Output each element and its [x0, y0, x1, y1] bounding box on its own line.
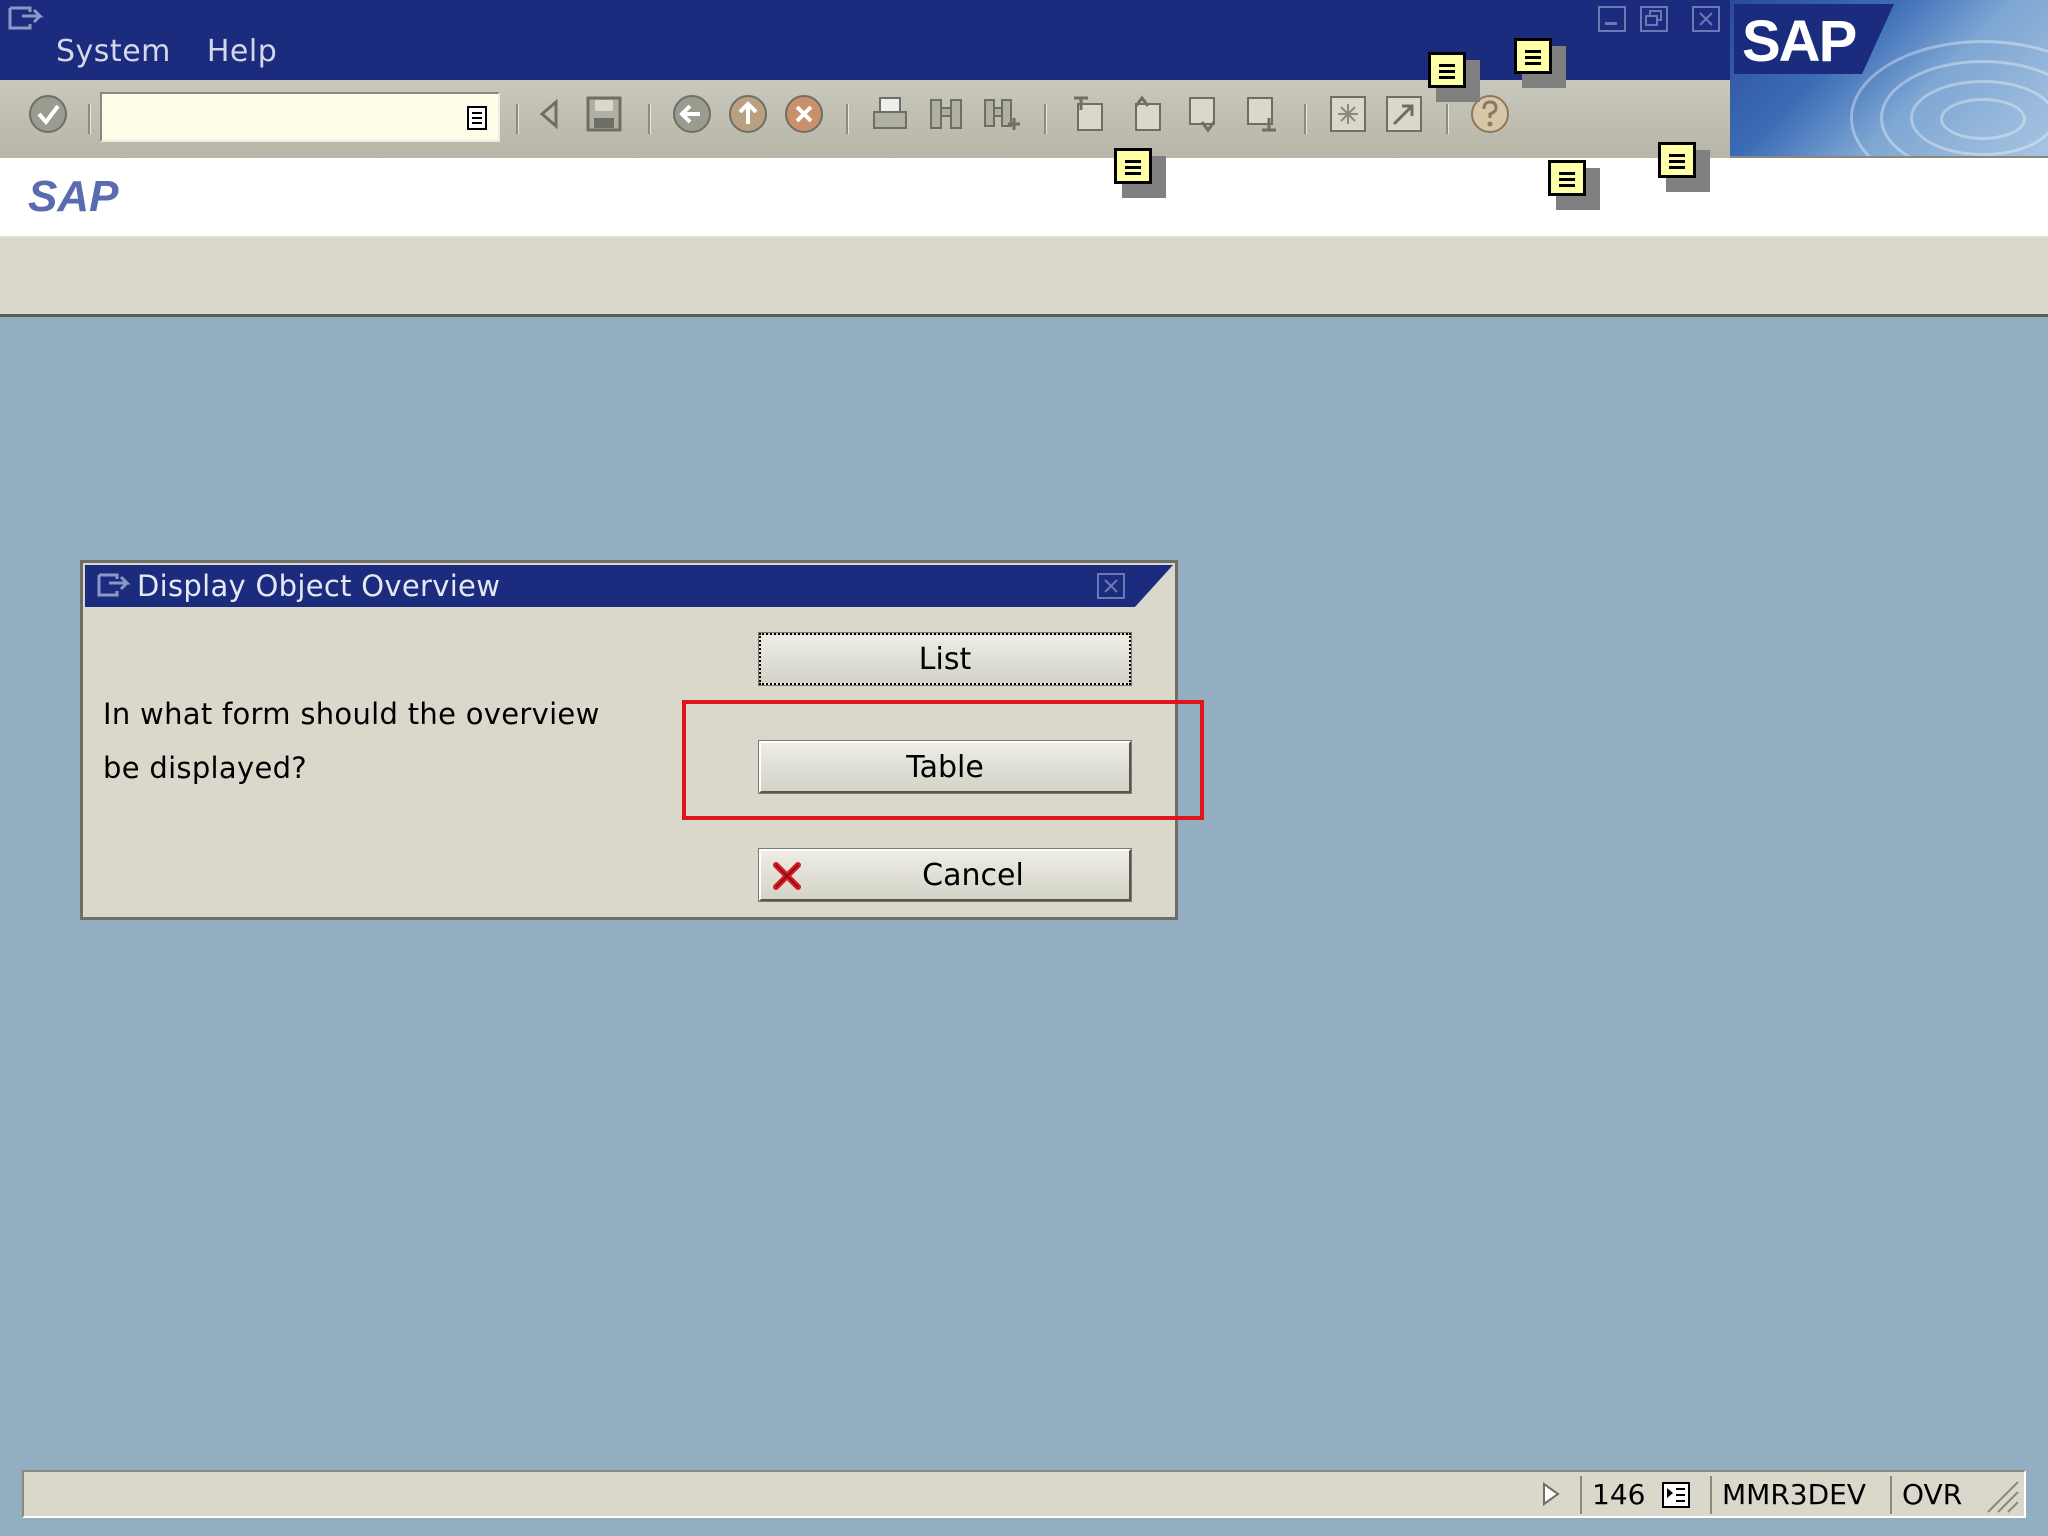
display-object-overview-dialog: Display Object Overview In what form sho… [80, 560, 1178, 920]
status-bar: 146 MMR3DEV OVR [22, 1470, 2026, 1518]
session-cell: 146 [1580, 1476, 1708, 1514]
list-button[interactable]: List [758, 632, 1132, 686]
create-session-icon[interactable] [1326, 92, 1370, 136]
dialog-system-icon[interactable] [95, 571, 133, 599]
session-list-icon[interactable] [1662, 1482, 1690, 1508]
table-button[interactable]: Table [758, 740, 1132, 794]
status-toggle-arrow-icon[interactable] [1534, 1478, 1566, 1510]
menu-help[interactable]: Help [207, 34, 277, 69]
command-field[interactable] [100, 92, 500, 142]
menu-bar: System Help [56, 34, 277, 69]
next-page-icon[interactable] [1182, 92, 1226, 136]
note-icon[interactable] [1548, 160, 1600, 210]
cancel-button-label: Cancel [922, 857, 1024, 893]
cancel-x-icon [773, 862, 801, 890]
application-toolbar [0, 238, 2048, 317]
find-icon[interactable] [924, 92, 968, 136]
menu-system[interactable]: System [56, 34, 171, 69]
cancel-button[interactable]: Cancel [758, 848, 1132, 902]
session-number: 146 [1592, 1478, 1646, 1511]
page-title: SAP [28, 172, 119, 221]
dialog-title-bar: Display Object Overview [85, 565, 1173, 607]
close-window-icon[interactable] [1692, 6, 1720, 32]
system-cell: MMR3DEV [1710, 1476, 1888, 1514]
back-arrow-icon[interactable] [528, 92, 572, 136]
back-icon[interactable] [670, 92, 714, 136]
command-input[interactable] [106, 98, 450, 138]
print-icon[interactable] [868, 92, 912, 136]
first-page-icon[interactable] [1066, 92, 1110, 136]
note-icon[interactable] [1428, 52, 1480, 102]
resize-grip-icon[interactable] [1980, 1476, 2020, 1514]
last-page-icon[interactable] [1240, 92, 1284, 136]
restore-icon[interactable] [1640, 6, 1668, 32]
sap-logo: SAP [1734, 4, 1894, 74]
note-icon[interactable] [1114, 148, 1166, 198]
cancel-icon[interactable] [782, 92, 826, 136]
dialog-title: Display Object Overview [137, 569, 501, 603]
minimize-icon[interactable] [1598, 6, 1626, 32]
question-line-1: In what form should the overview [103, 697, 600, 731]
system-menu-icon[interactable] [6, 4, 46, 32]
mode-cell[interactable]: OVR [1890, 1476, 1980, 1514]
question-line-2: be displayed? [103, 751, 307, 785]
sap-logo-banner: SAP [1730, 0, 2048, 158]
command-history-icon[interactable] [464, 104, 490, 132]
find-next-icon[interactable] [980, 92, 1024, 136]
exit-icon[interactable] [726, 92, 770, 136]
shortcut-icon[interactable] [1382, 92, 1426, 136]
save-icon[interactable] [582, 92, 626, 136]
note-icon[interactable] [1514, 38, 1566, 88]
title-area: SAP [0, 158, 2048, 238]
enter-icon[interactable] [26, 92, 70, 136]
previous-page-icon[interactable] [1124, 92, 1168, 136]
note-icon[interactable] [1658, 142, 1710, 192]
close-icon[interactable] [1097, 573, 1125, 599]
dialog-question: In what form should the overview be disp… [103, 687, 663, 795]
